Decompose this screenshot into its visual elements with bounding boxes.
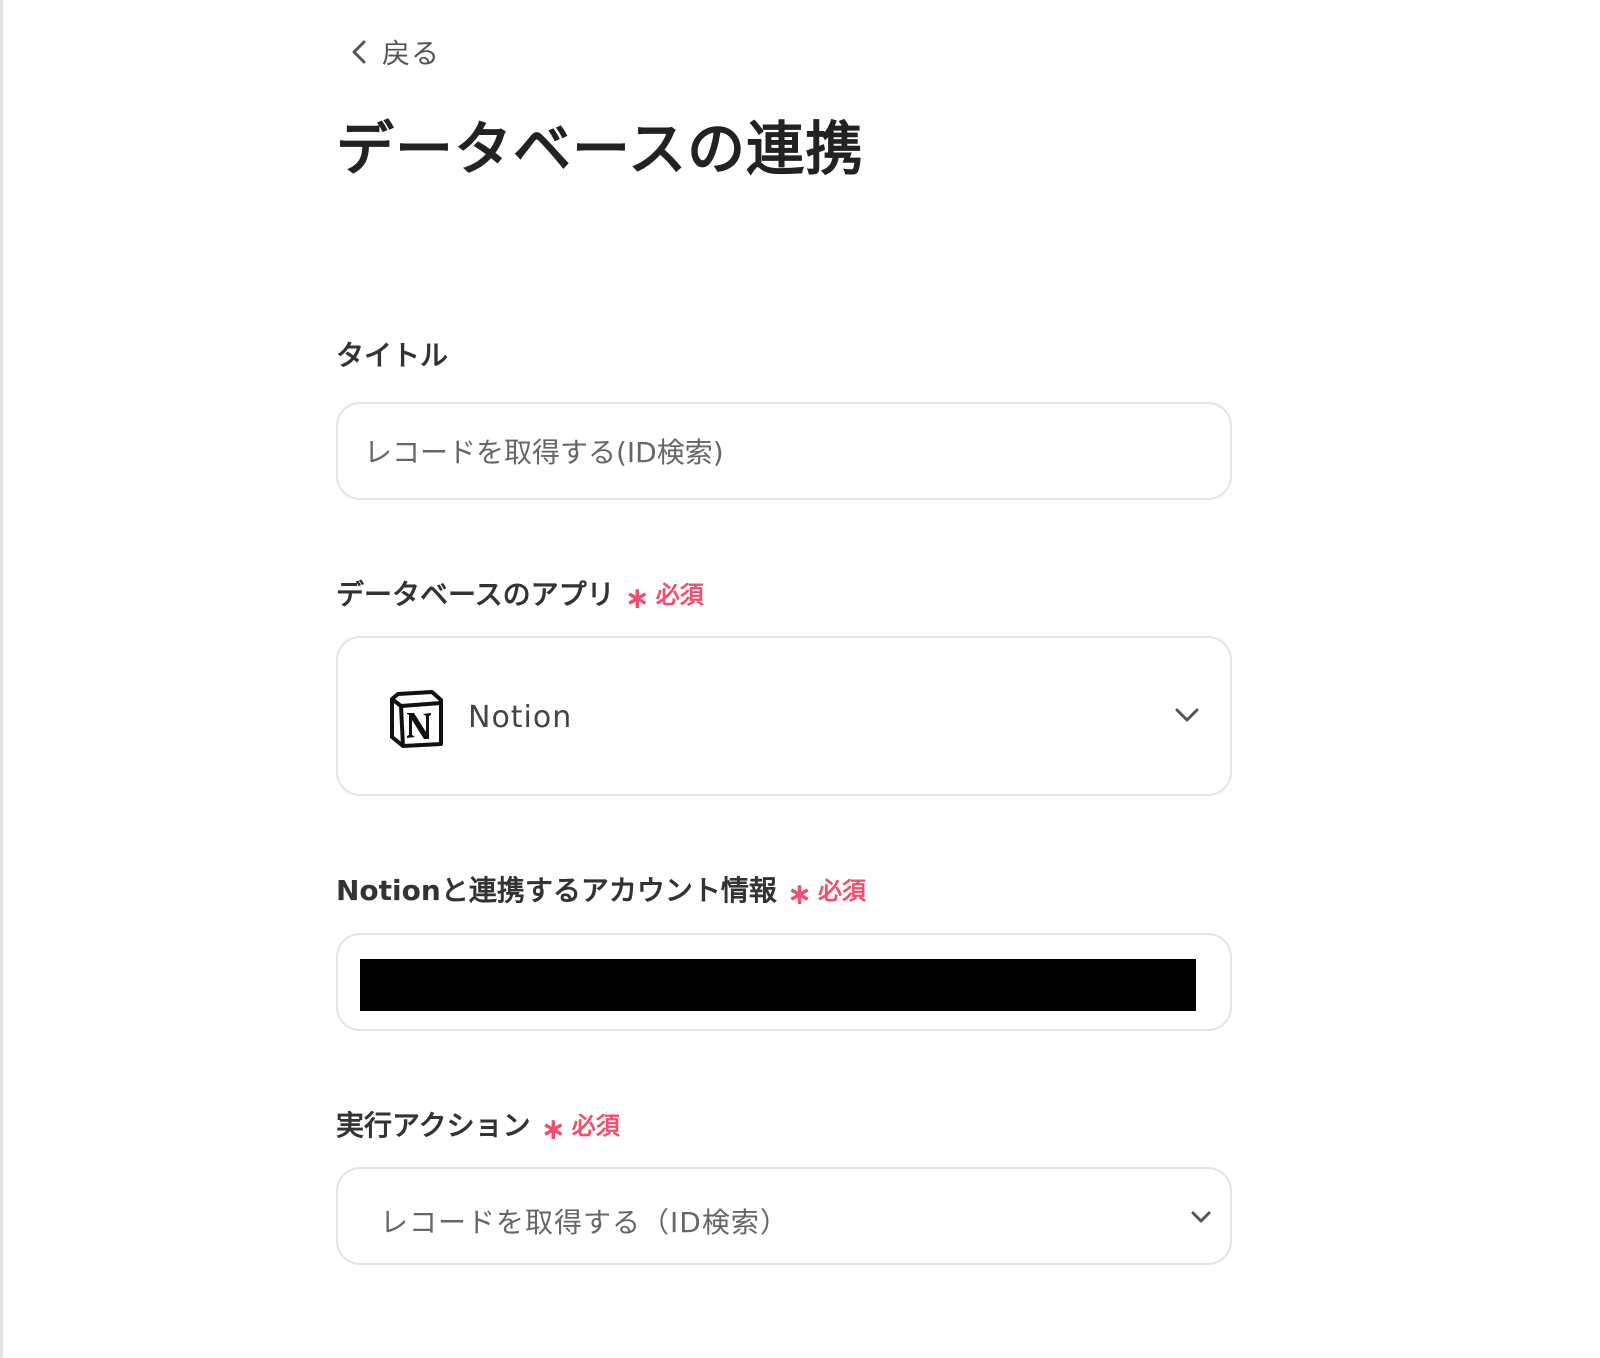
action-select[interactable]: レコードを取得する（ID検索）	[336, 1167, 1232, 1265]
required-badge: ∗ 必須	[787, 876, 866, 910]
required-badge: ∗ 必須	[541, 1111, 620, 1145]
title-input-wrapper	[336, 402, 1232, 500]
asterisk-icon: ∗	[540, 1112, 566, 1147]
account-label-text: Notionと連携するアカウント情報	[336, 874, 777, 907]
chevron-down-icon	[1174, 706, 1200, 728]
required-label: 必須	[571, 1112, 620, 1140]
app-label-text: データベースのアプリ	[336, 578, 615, 611]
action-field-label: 実行アクション ∗ 必須	[336, 1109, 620, 1145]
asterisk-icon: ∗	[624, 581, 650, 616]
back-label: 戻る	[382, 37, 441, 70]
app-select[interactable]: Notion	[336, 636, 1232, 796]
selected-app-name: Notion	[468, 700, 573, 735]
window-edge	[0, 0, 3, 1358]
selected-action: レコードを取得する（ID検索）	[380, 1206, 789, 1239]
page-title: データベースの連携	[336, 115, 865, 183]
back-link[interactable]: 戻る	[350, 32, 440, 72]
notion-logo-icon	[388, 690, 444, 752]
title-input[interactable]	[362, 433, 1230, 469]
chevron-down-icon	[1190, 1209, 1212, 1229]
redacted-account-value	[360, 959, 1196, 1011]
title-field-label: タイトル	[336, 342, 448, 370]
chevron-left-icon	[350, 39, 368, 65]
app-field-label: データベースのアプリ ∗ 必須	[336, 578, 704, 614]
account-select[interactable]	[336, 933, 1232, 1031]
action-label-text: 実行アクション	[336, 1109, 531, 1142]
page: 戻る データベースの連携 タイトル データベースのアプリ ∗ 必須 Notion	[0, 0, 1600, 1358]
required-label: 必須	[655, 581, 704, 609]
account-field-label: Notionと連携するアカウント情報 ∗ 必須	[336, 874, 866, 910]
required-label: 必須	[817, 877, 866, 905]
required-badge: ∗ 必須	[625, 580, 704, 614]
asterisk-icon: ∗	[786, 877, 812, 912]
title-label-text: タイトル	[336, 339, 449, 372]
